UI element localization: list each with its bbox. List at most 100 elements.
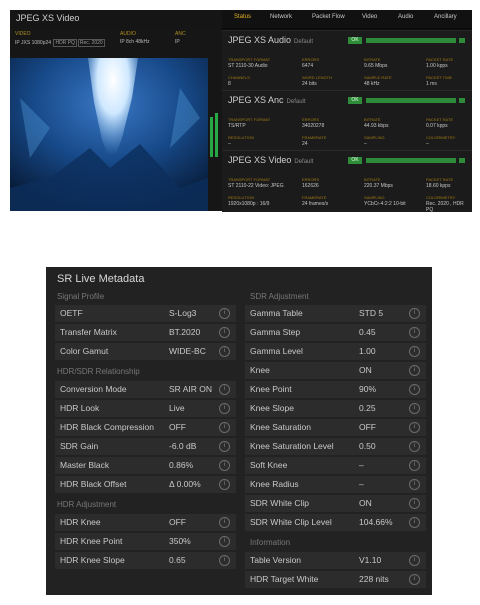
info-icon[interactable]: i: [409, 365, 420, 376]
info-icon[interactable]: i: [409, 327, 420, 338]
window-header: JPEG XS Video: [10, 10, 222, 28]
metadata-row-master-black: Master Black 0.86% i: [55, 457, 236, 474]
field-label: BITRATE: [364, 57, 381, 62]
metadata-row-soft-knee: Soft Knee – i: [245, 457, 426, 474]
video-stream-info[interactable]: VIDEO IP JXS 1080p24 HDR PQ Rec. 2020: [15, 31, 105, 47]
field-value: Rec. 2020 , HDR PQ: [426, 201, 464, 213]
row-value: Δ 0.00%: [169, 479, 201, 489]
metadata-row-knee: Knee ON i: [245, 362, 426, 379]
metadata-row-table-version: Table Version V1.10 i: [245, 552, 426, 569]
audio-status-section: JPEG XS Audio Default OK TRANSPORT FORMAT…: [222, 30, 472, 91]
tab-audio[interactable]: Audio: [398, 14, 413, 20]
level-bar: [210, 117, 213, 157]
info-icon[interactable]: i: [219, 555, 230, 566]
info-icon[interactable]: i: [409, 441, 420, 452]
field-value: TS/RTP: [228, 123, 246, 129]
info-icon[interactable]: i: [409, 403, 420, 414]
metadata-row-knee-slope: Knee Slope 0.25 i: [245, 400, 426, 417]
metadata-row-sdr-gain: SDR Gain -6.0 dB i: [55, 438, 236, 455]
info-icon[interactable]: i: [219, 422, 230, 433]
row-label: Conversion Mode: [60, 384, 127, 394]
info-icon[interactable]: i: [409, 574, 420, 585]
field-value: 1.00 kpps: [426, 63, 448, 69]
info-icon[interactable]: i: [409, 384, 420, 395]
metadata-row-transfer-matrix: Transfer Matrix BT.2020 i: [55, 324, 236, 341]
default-label: Default: [294, 159, 314, 165]
info-icon[interactable]: i: [219, 479, 230, 490]
video-preview: [10, 58, 208, 211]
field-label: TRANSPORT FORMAT: [228, 117, 271, 122]
info-icon[interactable]: i: [219, 308, 230, 319]
field-value: 1 ms: [426, 81, 437, 87]
metadata-row-knee-saturation: Knee Saturation OFF i: [245, 419, 426, 436]
info-icon[interactable]: i: [409, 422, 420, 433]
field-value: 220.37 Mbps: [364, 183, 393, 189]
field-value: –: [228, 141, 231, 147]
info-icon[interactable]: i: [219, 460, 230, 471]
section-title: JPEG XS Video: [228, 155, 292, 165]
info-icon[interactable]: i: [219, 384, 230, 395]
metadata-row-conversion-mode: Conversion Mode SR AIR ON i: [55, 381, 236, 398]
tab-network[interactable]: Network: [270, 14, 292, 20]
stream-summary: VIDEO IP JXS 1080p24 HDR PQ Rec. 2020 AUD…: [10, 28, 222, 58]
row-label: Color Gamut: [60, 346, 109, 356]
ok-status-end: [459, 38, 465, 43]
audio-stream-info[interactable]: AUDIO IP 8ch 48kHz: [120, 31, 150, 45]
field-label: BITRATE: [364, 117, 381, 122]
field-label: FRAMERATE: [302, 195, 327, 200]
row-value: -6.0 dB: [169, 441, 197, 451]
row-label: Soft Knee: [250, 460, 288, 470]
info-icon[interactable]: i: [409, 498, 420, 509]
field-value: 34020278: [302, 123, 325, 129]
field-value: 8: [228, 81, 231, 87]
info-icon[interactable]: i: [219, 346, 230, 357]
info-icon[interactable]: i: [409, 346, 420, 357]
field-label: SAMPLE RATE: [364, 75, 392, 80]
row-label: Knee Radius: [250, 479, 299, 489]
metadata-row-gamma-level: Gamma Level 1.00 i: [245, 343, 426, 360]
info-icon[interactable]: i: [409, 555, 420, 566]
info-icon[interactable]: i: [219, 517, 230, 528]
row-value: –: [359, 460, 364, 470]
ok-badge: OK: [348, 97, 362, 104]
info-icon[interactable]: i: [409, 517, 420, 528]
tab-video[interactable]: Video: [362, 14, 377, 20]
info-icon[interactable]: i: [219, 536, 230, 547]
field-label: FRAMERATE: [302, 135, 327, 140]
row-label: Knee Point: [250, 384, 292, 394]
info-icon[interactable]: i: [219, 327, 230, 338]
info-icon[interactable]: i: [409, 460, 420, 471]
info-icon[interactable]: i: [409, 479, 420, 490]
field-value: 0.07 kpps: [426, 123, 448, 129]
ok-status-bar: [366, 38, 456, 43]
row-value: ON: [359, 498, 372, 508]
stream-head: ANC: [175, 31, 186, 37]
field-label: COLORIMETRY: [426, 195, 456, 200]
metadata-row-sdr-white-clip: SDR White Clip ON i: [245, 495, 426, 512]
metadata-row-hdr-knee-point: HDR Knee Point 350% i: [55, 533, 236, 550]
info-icon[interactable]: i: [219, 403, 230, 414]
metadata-row-knee-radius: Knee Radius – i: [245, 476, 426, 493]
field-label: TRANSPORT FORMAT: [228, 57, 271, 62]
metadata-row-knee-point: Knee Point 90% i: [245, 381, 426, 398]
tab-status[interactable]: Status: [234, 14, 251, 20]
metadata-row-hdr-black-compression: HDR Black Compression OFF i: [55, 419, 236, 436]
row-value: 0.86%: [169, 460, 194, 470]
row-value: 350%: [169, 536, 191, 546]
audio-level-meters: [208, 58, 222, 211]
section-title: JPEG XS Audio: [228, 35, 292, 45]
row-value: OFF: [169, 422, 186, 432]
row-label: SDR Gain: [60, 441, 99, 451]
field-label: BITRATE: [364, 177, 381, 182]
section-heading-sdr-adjustment: SDR Adjustment: [250, 292, 309, 301]
anc-stream-info[interactable]: ANC IP: [175, 31, 186, 45]
ok-badge: OK: [348, 157, 362, 164]
default-label: Default: [286, 99, 306, 105]
tab-ancillary[interactable]: Ancillary: [434, 14, 457, 20]
tab-packet-flow[interactable]: Packet Flow: [312, 14, 345, 20]
field-label: COLORIMETRY: [426, 135, 456, 140]
field-label: TRANSPORT FORMAT: [228, 177, 271, 182]
stream-monitor-panel: JPEG XS Video VIDEO IP JXS 1080p24 HDR P…: [10, 10, 472, 213]
info-icon[interactable]: i: [219, 441, 230, 452]
info-icon[interactable]: i: [409, 308, 420, 319]
